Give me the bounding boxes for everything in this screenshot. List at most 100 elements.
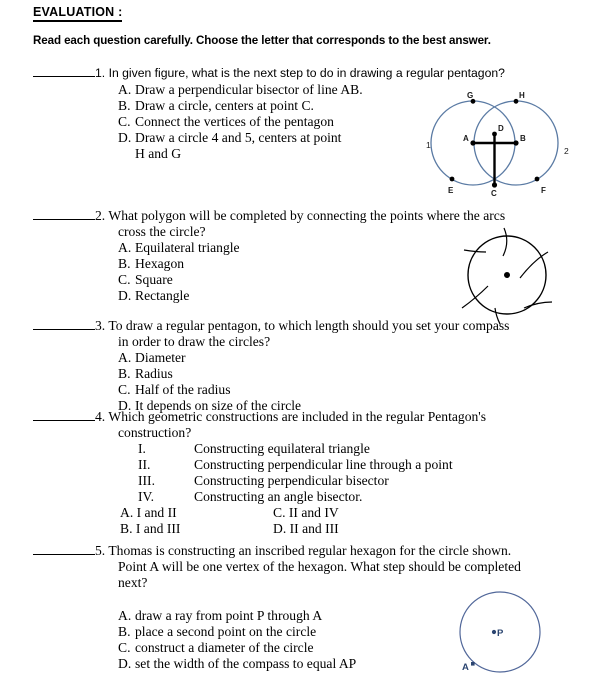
point-b-dot: [513, 140, 519, 146]
question-4-stem-line-1: 4. Which geometric constructions are inc…: [33, 409, 486, 425]
choice-label: B.: [118, 98, 131, 113]
choice-text: Square: [135, 272, 173, 287]
question-3-stem-text: To draw a regular pentagon, to which len…: [108, 318, 510, 333]
roman-numeral: IV.: [138, 489, 154, 504]
choice-label: C.: [118, 640, 131, 655]
roman-text: Constructing equilateral triangle: [194, 441, 370, 456]
choice-text: Draw a circle 4 and 5, centers at point: [135, 130, 342, 145]
roman-numeral: III.: [138, 473, 155, 488]
choice-text: Rectangle: [135, 288, 190, 303]
roman-text: Constructing perpendicular line through …: [194, 457, 453, 472]
point-a-label: A: [463, 134, 469, 143]
question-4-roman-item-3: III. Constructing perpendicular bisector: [138, 473, 486, 489]
choice-text: Connect the vertices of the pentagon: [135, 114, 334, 129]
point-c-label: C: [491, 189, 497, 198]
roman-text: Constructing an angle bisector.: [194, 489, 363, 504]
point-d-label: D: [498, 124, 504, 133]
question-2-choice-a[interactable]: A. Equilateral triangle: [118, 240, 505, 256]
question-5-stem-text: Thomas is constructing an inscribed regu…: [108, 543, 512, 558]
question-2-number: 2.: [95, 208, 106, 223]
question-4-choice-row-2[interactable]: B. I and III D. II and III: [120, 521, 486, 537]
choice-c[interactable]: C. II and IV: [273, 505, 339, 520]
question-3-choice-a[interactable]: A. Diameter: [118, 350, 509, 366]
question-2-choice-c[interactable]: C. Square: [118, 272, 505, 288]
roman-text: Constructing perpendicular bisector: [194, 473, 389, 488]
choice-text: Half of the radius: [135, 382, 231, 397]
point-a-dot: [470, 140, 476, 146]
instruction-text: Read each question carefully. Choose the…: [33, 34, 491, 47]
answer-blank-4[interactable]: [33, 409, 95, 421]
question-3: 3. To draw a regular pentagon, to which …: [33, 318, 509, 414]
arc-mark-upper-left: [463, 249, 487, 253]
question-3-stem-line-1: 3. To draw a regular pentagon, to which …: [33, 318, 509, 334]
document-page: EVALUATION : Read each question carefull…: [0, 0, 612, 697]
arc-mark-top: [502, 227, 508, 257]
question-2-stem-text: What polygon will be completed by connec…: [108, 208, 506, 223]
choice-label: A.: [118, 608, 132, 623]
point-h-label: H: [519, 91, 525, 100]
question-3-stem-text-2: in order to draw the circles?: [118, 334, 271, 349]
question-3-number: 3.: [95, 318, 106, 333]
question-5: 5. Thomas is constructing an inscribed r…: [33, 543, 521, 672]
question-3-choice-b[interactable]: B. Radius: [118, 366, 509, 382]
choice-text: place a second point on the circle: [135, 624, 317, 639]
choice-label: A.: [118, 240, 132, 255]
question-5-stem-line-2: Point A will be one vertex of the hexago…: [118, 559, 521, 575]
choice-b[interactable]: B. I and III: [120, 521, 273, 537]
point-h-dot: [513, 98, 519, 104]
question-2-choice-b[interactable]: B. Hexagon: [118, 256, 505, 272]
choice-label: D.: [118, 288, 132, 303]
answer-blank-2[interactable]: [33, 208, 95, 220]
point-b-label: B: [520, 134, 526, 143]
question-5-number: 5.: [95, 543, 106, 558]
question-2-choice-d[interactable]: D. Rectangle: [118, 288, 505, 304]
point-a-dot: [471, 662, 475, 666]
choice-label: D.: [118, 130, 132, 145]
question-1-number: 1.: [95, 66, 106, 80]
question-2-stem-text-2: cross the circle?: [118, 224, 206, 239]
choice-label: A.: [118, 350, 132, 365]
question-1-figure: G H D A B E C F 1 2: [424, 88, 612, 200]
point-p-dot: [491, 629, 497, 635]
question-4-stem-text-2: construction?: [118, 425, 192, 440]
roman-numeral: I.: [138, 441, 146, 456]
question-1-stem-text: In given figure, what is the next step t…: [108, 66, 505, 80]
answer-blank-5[interactable]: [33, 543, 95, 555]
question-4-choice-row-1[interactable]: A. I and II C. II and IV: [120, 505, 486, 521]
choice-a[interactable]: A. I and II: [120, 505, 273, 521]
choice-label: B.: [118, 366, 131, 381]
point-c-dot: [491, 182, 498, 188]
choice-label: A.: [118, 82, 132, 97]
choice-text: Draw a circle, centers at point C.: [135, 98, 314, 113]
arc-mark-upper-right: [519, 251, 549, 279]
question-5-stem-text-2: Point A will be one vertex of the hexago…: [118, 559, 521, 574]
question-3-choice-c[interactable]: C. Half of the radius: [118, 382, 509, 398]
roman-numeral: II.: [138, 457, 151, 472]
question-4-roman-item-1: I. Constructing equilateral triangle: [138, 441, 486, 457]
question-4-stem-line-2: construction?: [118, 425, 486, 441]
choice-text: construct a diameter of the circle: [135, 640, 314, 655]
choice-label: C.: [118, 114, 131, 129]
choice-label: C.: [118, 272, 131, 287]
point-a-label: A: [462, 662, 469, 673]
answer-blank-3[interactable]: [33, 318, 95, 330]
choice-text: Draw a perpendicular bisector of line AB…: [135, 82, 363, 97]
center-point-dot: [504, 272, 510, 278]
question-4-number: 4.: [95, 409, 106, 424]
circle-2-label: 2: [564, 146, 569, 156]
point-e-label: E: [448, 186, 454, 195]
choice-text: draw a ray from point P through A: [135, 608, 323, 623]
choice-label: C.: [118, 382, 131, 397]
choice-d[interactable]: D. II and III: [273, 521, 339, 536]
question-4-stem-text: Which geometric constructions are includ…: [108, 409, 487, 424]
answer-blank-1[interactable]: [33, 65, 95, 77]
choice-label: D.: [118, 656, 132, 671]
question-4-roman-item-2: II. Constructing perpendicular line throu…: [138, 457, 486, 473]
choice-text: Equilateral triangle: [135, 240, 240, 255]
question-5-stem-text-3: next?: [118, 575, 148, 590]
question-2-stem-line-2: cross the circle?: [118, 224, 505, 240]
question-1-stem-line-1: 1. In given figure, what is the next ste…: [33, 65, 505, 80]
choice-text: Hexagon: [135, 256, 185, 271]
point-f-label: F: [541, 186, 546, 195]
point-e-dot: [449, 176, 455, 182]
